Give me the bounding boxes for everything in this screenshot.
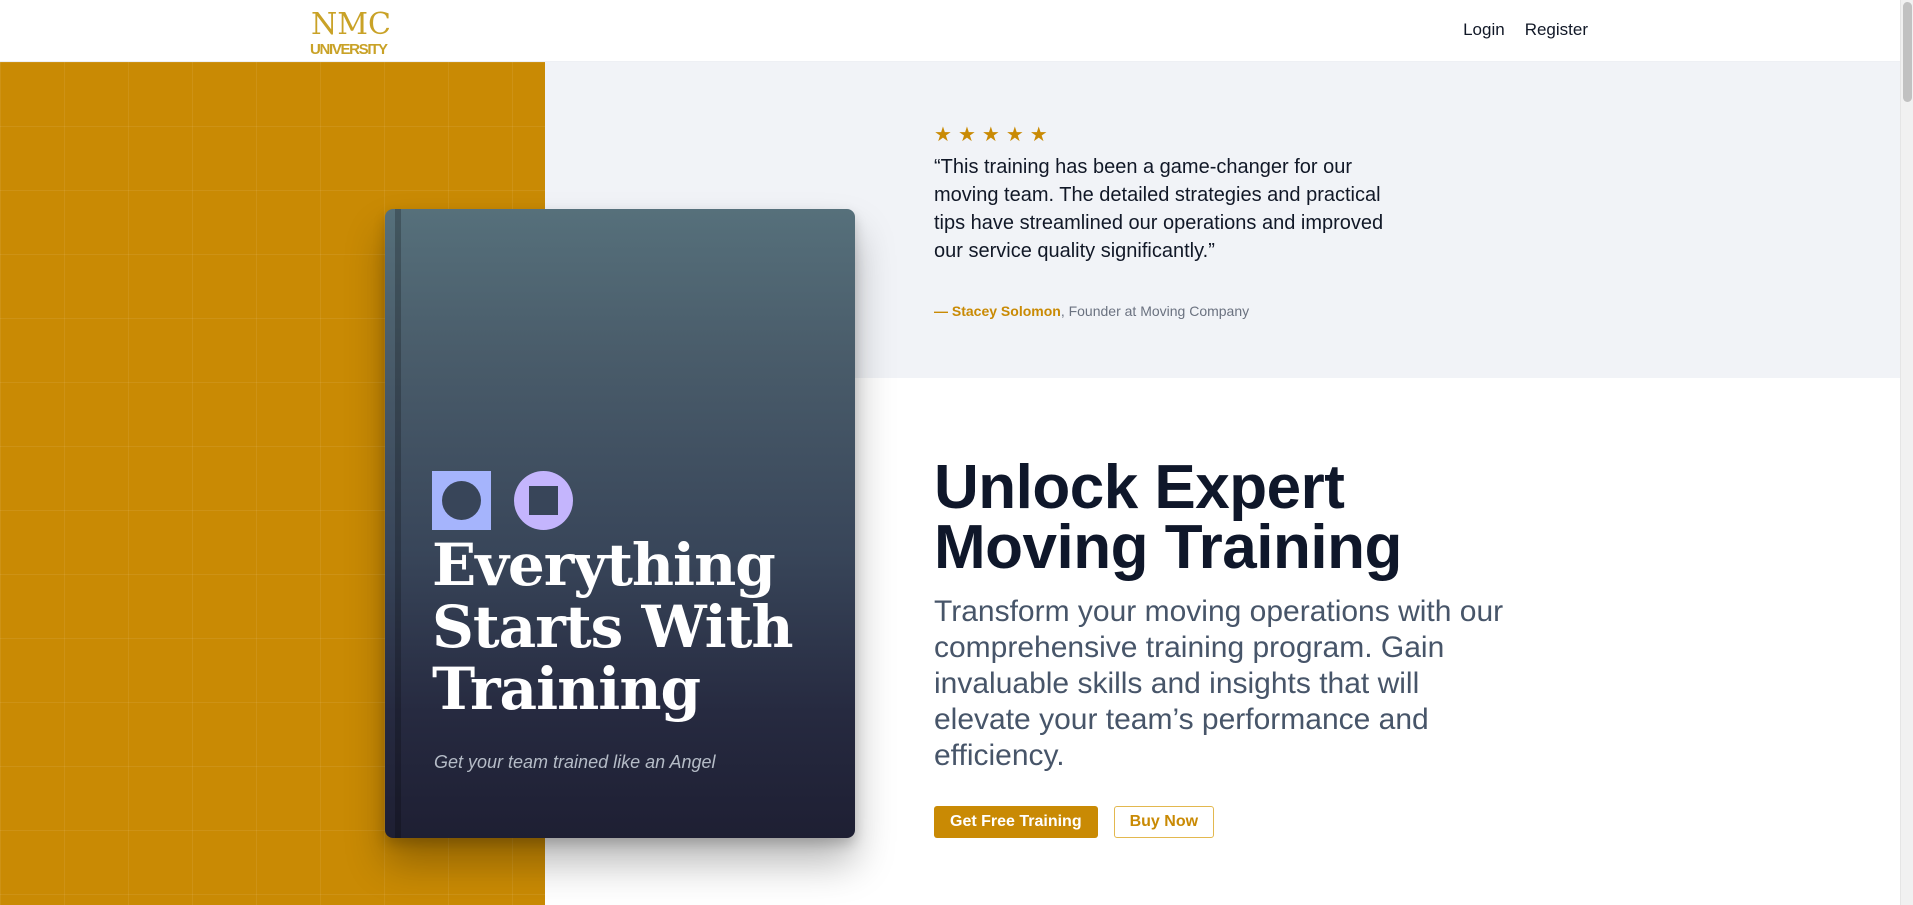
hero-title: Unlock Expert Moving Training [934,453,1554,582]
register-link[interactable]: Register [1525,20,1588,40]
star-icon: ★ [1029,124,1048,146]
site-header: NMC UNIVERSITY Login Register [0,0,1900,62]
get-free-training-button[interactable]: Get Free Training [934,806,1098,838]
author-role: , Founder at Moving Company [1060,303,1250,319]
circle-square-icon [514,471,573,530]
book-title-line: Training [432,655,701,723]
page-scrollbar[interactable] [1900,0,1913,905]
star-icon: ★ [981,124,1000,146]
author-dash: — [934,303,952,319]
star-icon: ★ [934,124,952,146]
book-title-line: Everything [432,531,776,599]
scrollbar-thumb[interactable] [1903,2,1912,102]
logo-wordmark: NMC [311,7,389,42]
hero-description: Transform your moving operations with ou… [934,595,1504,772]
site-logo[interactable]: NMC UNIVERSITY [309,4,389,56]
login-link[interactable]: Login [1463,20,1505,40]
hero-title-line: Moving Training [934,513,1402,582]
rating-stars: ★ ★ ★ ★ ★ [934,125,1048,145]
book-spine [395,209,401,838]
buy-now-button[interactable]: Buy Now [1113,806,1215,838]
main-nav: Login Register [1463,20,1588,40]
author-name: Stacey Solomon [951,303,1061,319]
testimonial-author: — Stacey Solomon, Founder at Moving Comp… [934,303,1249,319]
testimonial-quote: “This training has been a game-changer f… [934,156,1384,262]
star-icon: ★ [957,124,976,146]
book-title: Everything Starts With Training [432,534,832,720]
training-book-cover: Everything Starts With Training Get your… [385,209,855,838]
hero-title-line: Unlock Expert [934,453,1345,522]
star-icon: ★ [1005,124,1024,146]
hero-actions: Get Free Training Buy Now [934,806,1215,838]
book-title-line: Starts With [432,593,794,661]
book-subtitle: Get your team trained like an Angel [434,752,716,772]
square-circle-icon [432,471,491,530]
logo-subtitle: UNIVERSITY [310,41,388,56]
